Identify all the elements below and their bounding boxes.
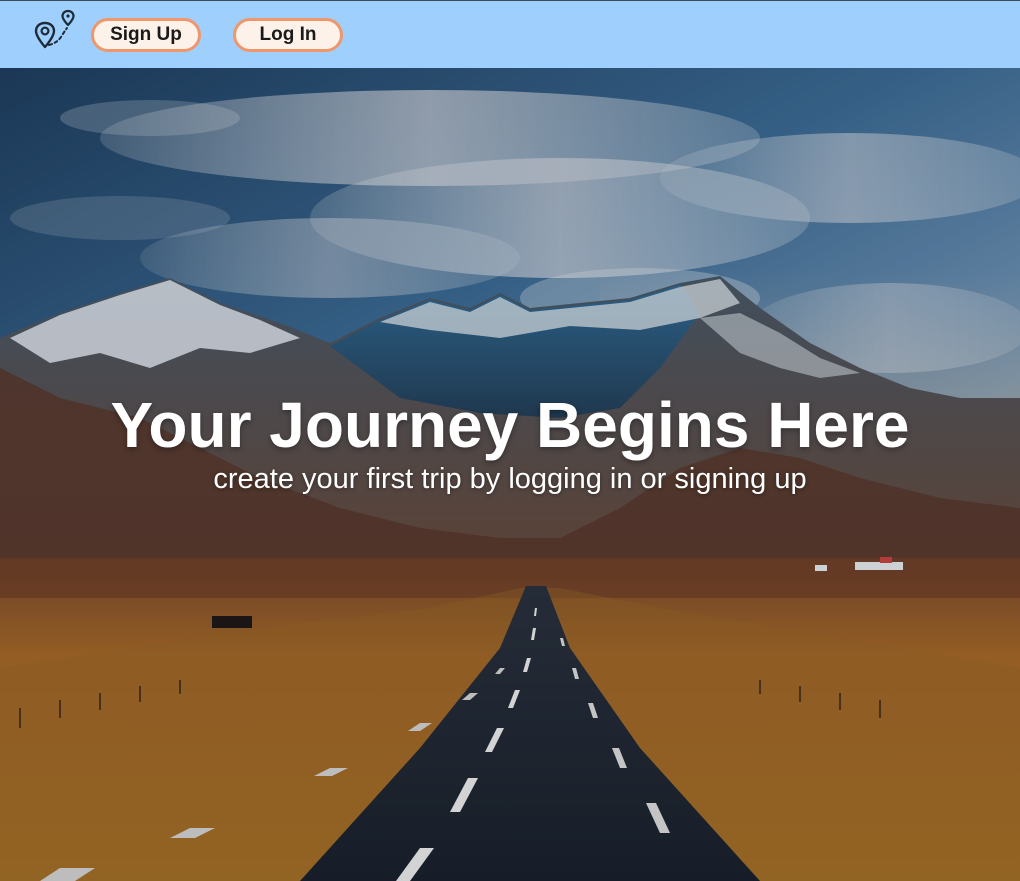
- map-pins-icon[interactable]: [33, 9, 77, 53]
- navbar: Sign Up Log In: [0, 0, 1020, 68]
- hero-subtitle: create your first trip by logging in or …: [213, 463, 807, 495]
- hero-title: Your Journey Begins Here: [110, 389, 910, 461]
- hero-section: Your Journey Begins Here create your fir…: [0, 68, 1020, 881]
- login-button[interactable]: Log In: [233, 18, 343, 52]
- signup-button[interactable]: Sign Up: [91, 18, 201, 52]
